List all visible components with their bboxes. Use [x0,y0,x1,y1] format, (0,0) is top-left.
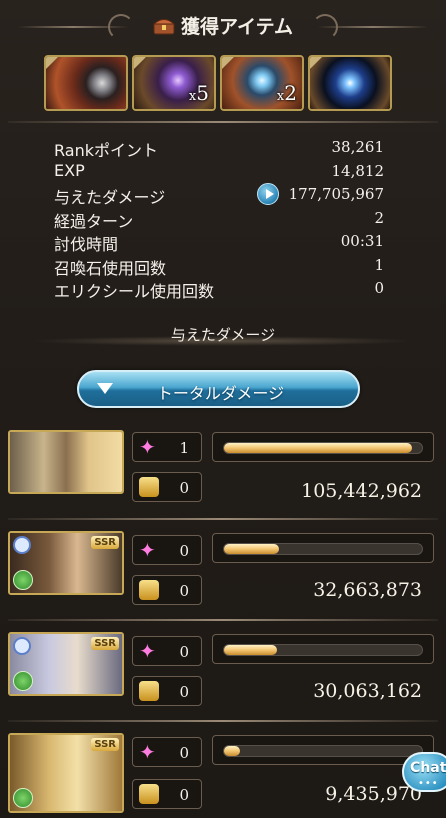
special-count-box: ✦ 0 [132,535,202,565]
character-damage: 32,663,873 [313,579,422,601]
element-wind-icon [13,671,33,691]
special-count-box: ✦ 0 [132,636,202,666]
special-count-box: ✦ 0 [132,737,202,767]
stat-time: 討伐時間 00:31 [54,232,384,254]
sparkle-icon: ✦ [139,639,156,663]
damage-section-heading: 与えたダメージ [0,324,446,352]
break-count-box: 0 [132,779,202,809]
sparkle-icon: ✦ [139,435,156,459]
item-slot-3[interactable]: x2 [220,55,304,111]
break-icon [139,681,159,701]
rarity-badge: SSR [91,738,119,751]
break-count-box: 0 [132,575,202,605]
break-count-box: 0 [132,472,202,502]
damage-bar [212,533,434,563]
chat-button[interactable]: Chat ••• [402,752,446,792]
element-water-icon [13,637,31,655]
play-icon[interactable] [257,183,279,205]
stat-exp: EXP 14,812 [54,160,384,180]
page-title: 獲得アイテム [180,16,294,38]
stat-summon-uses: 召喚石使用回数 1 [54,255,384,278]
divider [8,720,438,722]
break-count-box: 0 [132,676,202,706]
break-icon [139,784,159,804]
item-slot-2[interactable]: x5 [132,55,216,111]
total-damage-button[interactable]: トータルダメージ [77,370,360,408]
damage-bar [212,634,434,664]
divider [8,518,438,520]
stat-turns: 経過ターン 2 [54,208,384,231]
item-slot-4[interactable] [308,55,392,111]
damage-bar-fill [224,443,413,453]
item-slot-1[interactable] [44,55,128,111]
character-portrait[interactable] [8,430,124,494]
result-stats: Rankポイント 38,261 EXP 14,812 与えたダメージ 177,7… [54,137,384,302]
divider [8,619,438,621]
stat-rank-points: Rankポイント 38,261 [54,138,384,160]
element-water-icon [13,536,31,554]
rarity-badge: SSR [91,637,119,650]
break-icon [139,477,159,497]
item-quantity: x5 [188,81,209,105]
character-portrait[interactable]: SSR [8,531,124,595]
stat-damage: 与えたダメージ 177,705,967 [54,183,384,207]
character-damage: 105,442,962 [301,480,422,502]
element-wind-icon [13,570,33,590]
special-count-box: ✦ 1 [132,432,202,462]
character-portrait[interactable]: SSR [8,632,124,696]
obtained-items-list: x5 x2 [44,55,394,111]
damage-bar-fill [224,746,240,756]
character-damage: 30,063,162 [313,680,422,702]
break-icon [139,580,159,600]
character-row: SSR ✦ 0 0 9,435,970 [0,733,446,818]
damage-bar-fill [224,645,278,655]
item-quantity: x2 [276,81,297,105]
stat-elixir-uses: エリクシール使用回数 0 [54,279,384,301]
element-wind-icon [13,788,33,808]
divider [8,121,438,123]
damage-bar [212,735,434,765]
damage-bar-fill [224,544,280,554]
sparkle-icon: ✦ [139,538,156,562]
treasure-chest-icon [152,19,175,35]
header: 獲得アイテム [0,0,446,52]
damage-bar [212,432,434,462]
sparkle-icon: ✦ [139,740,156,764]
battle-result-screen: 獲得アイテム x5 x2 Rankポイント 38,261 EXP 14,812 … [0,0,446,818]
character-portrait[interactable]: SSR [8,733,124,813]
rarity-badge: SSR [91,536,119,549]
